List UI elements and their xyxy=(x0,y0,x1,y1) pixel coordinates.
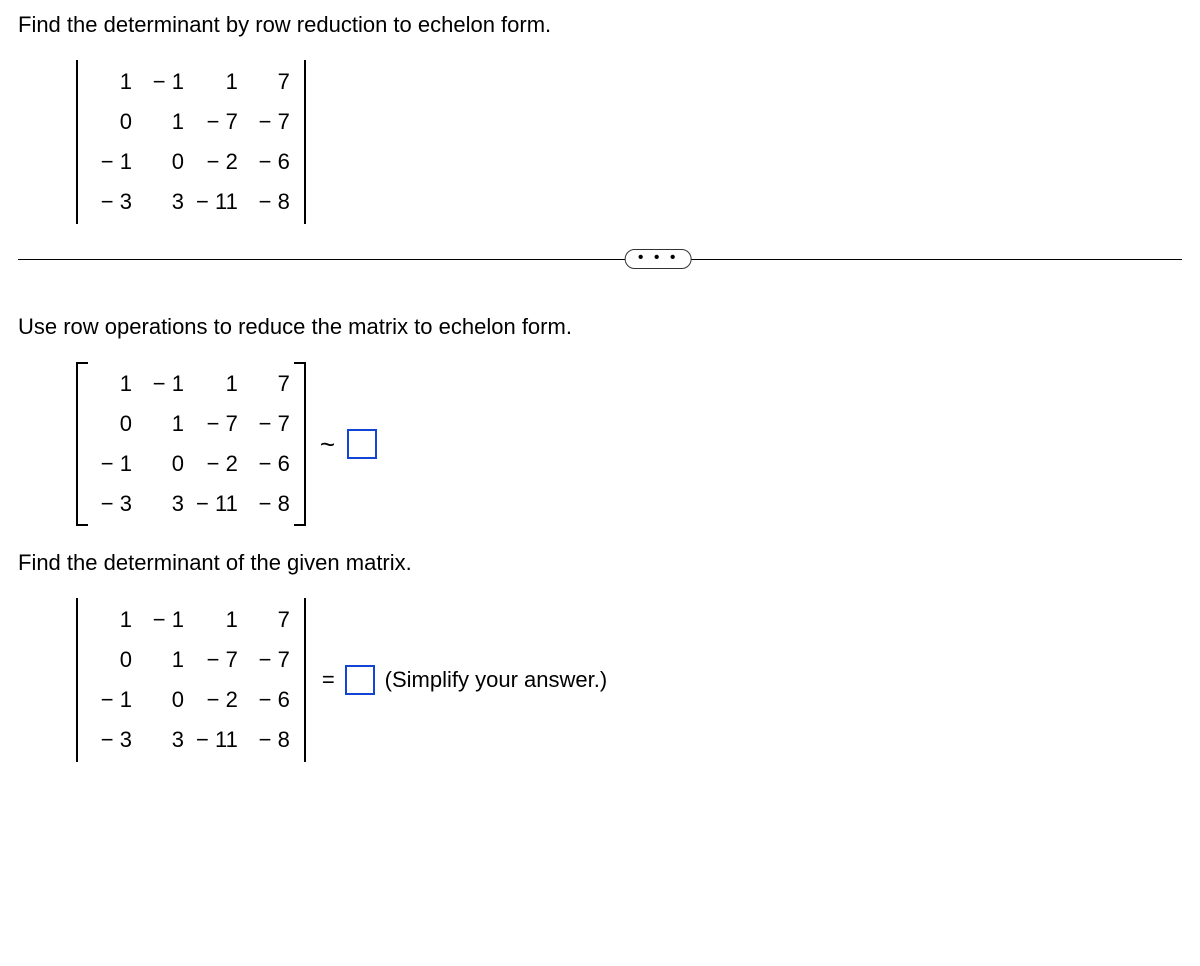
matrix-cell: − 6 xyxy=(244,142,296,182)
matrix-cell: − 1 xyxy=(86,680,138,720)
matrix-cell: − 2 xyxy=(190,680,244,720)
step1-instruction: Use row operations to reduce the matrix … xyxy=(18,314,1182,340)
matrix-cell: 7 xyxy=(244,62,296,102)
matrix-cell: 0 xyxy=(138,680,190,720)
simplify-hint: (Simplify your answer.) xyxy=(385,667,608,693)
tilde-symbol: ~ xyxy=(320,429,335,460)
matrix-cell: 1 xyxy=(86,600,138,640)
matrix-table: 1 − 1 1 7 0 1 − 7 − 7 − 1 0 − 2 − 6 − 3 … xyxy=(86,62,296,222)
table-row: − 3 3 − 11 − 8 xyxy=(86,182,296,222)
table-row: 1 − 1 1 7 xyxy=(86,600,296,640)
matrix-cell: − 3 xyxy=(86,720,138,760)
matrix-cell: − 1 xyxy=(138,600,190,640)
table-row: 1 − 1 1 7 xyxy=(86,62,296,102)
matrix-cell: 1 xyxy=(138,640,190,680)
determinant-answer-input[interactable] xyxy=(345,665,375,695)
matrix-cell: − 7 xyxy=(244,404,296,444)
matrix-cell: − 7 xyxy=(190,640,244,680)
table-row: 1 − 1 1 7 xyxy=(86,364,296,404)
step2-instruction: Find the determinant of the given matrix… xyxy=(18,550,1182,576)
table-row: 0 1 − 7 − 7 xyxy=(86,640,296,680)
matrix-cell: − 3 xyxy=(86,484,138,524)
matrix-cell: 1 xyxy=(190,600,244,640)
determinant-bars: 1 − 1 1 7 0 1 − 7 − 7 − 1 0 − 2 − 6 − 3 … xyxy=(76,60,306,224)
table-row: − 3 3 − 11 − 8 xyxy=(86,720,296,760)
table-row: − 1 0 − 2 − 6 xyxy=(86,680,296,720)
matrix-cell: − 1 xyxy=(138,364,190,404)
table-row: − 1 0 − 2 − 6 xyxy=(86,142,296,182)
matrix-cell: 1 xyxy=(86,62,138,102)
determinant-bars: 1 − 1 1 7 0 1 − 7 − 7 − 1 0 − 2 − 6 − 3 … xyxy=(76,598,306,762)
matrix-cell: 0 xyxy=(138,444,190,484)
matrix-cell: − 8 xyxy=(244,182,296,222)
matrix-cell: 7 xyxy=(244,600,296,640)
matrix-cell: − 7 xyxy=(190,102,244,142)
matrix-cell: − 11 xyxy=(190,484,244,524)
matrix-cell: − 8 xyxy=(244,484,296,524)
equals-sign: = xyxy=(322,667,335,693)
determinant-expression: 1 − 1 1 7 0 1 − 7 − 7 − 1 0 − 2 − 6 − 3 … xyxy=(76,598,1182,762)
matrix-table: 1 − 1 1 7 0 1 − 7 − 7 − 1 0 − 2 − 6 − 3 … xyxy=(86,600,296,760)
matrix-cell: 1 xyxy=(190,62,244,102)
matrix-cell: 0 xyxy=(86,404,138,444)
matrix-cell: 1 xyxy=(86,364,138,404)
matrix-cell: − 2 xyxy=(190,444,244,484)
matrix-cell: 7 xyxy=(244,364,296,404)
table-row: 0 1 − 7 − 7 xyxy=(86,102,296,142)
matrix-cell: 1 xyxy=(138,102,190,142)
matrix-cell: − 7 xyxy=(244,102,296,142)
matrix-cell: 3 xyxy=(138,182,190,222)
more-button[interactable]: • • • xyxy=(625,249,692,269)
matrix-cell: − 11 xyxy=(190,182,244,222)
matrix-cell: − 7 xyxy=(244,640,296,680)
matrix-cell: − 11 xyxy=(190,720,244,760)
matrix-cell: 0 xyxy=(86,102,138,142)
table-row: − 3 3 − 11 − 8 xyxy=(86,484,296,524)
matrix-cell: 3 xyxy=(138,484,190,524)
matrix-cell: − 3 xyxy=(86,182,138,222)
matrix-cell: − 8 xyxy=(244,720,296,760)
matrix-cell: − 7 xyxy=(190,404,244,444)
problem-prompt: Find the determinant by row reduction to… xyxy=(18,12,1182,38)
row-reduction-expression: 1 − 1 1 7 0 1 − 7 − 7 − 1 0 − 2 − 6 − 3 … xyxy=(76,362,1182,526)
matrix-cell: 0 xyxy=(86,640,138,680)
matrix-cell: − 6 xyxy=(244,680,296,720)
matrix-cell: 0 xyxy=(138,142,190,182)
matrix-brackets: 1 − 1 1 7 0 1 − 7 − 7 − 1 0 − 2 − 6 − 3 … xyxy=(76,362,306,526)
table-row: 0 1 − 7 − 7 xyxy=(86,404,296,444)
matrix-cell: 3 xyxy=(138,720,190,760)
matrix-cell: − 1 xyxy=(86,142,138,182)
matrix-cell: − 1 xyxy=(86,444,138,484)
matrix-cell: − 6 xyxy=(244,444,296,484)
echelon-answer-input[interactable] xyxy=(347,429,377,459)
divider-line xyxy=(18,259,1182,260)
matrix-cell: 1 xyxy=(138,404,190,444)
matrix-cell: 1 xyxy=(190,364,244,404)
matrix-table: 1 − 1 1 7 0 1 − 7 − 7 − 1 0 − 2 − 6 − 3 … xyxy=(86,364,296,524)
section-divider: • • • xyxy=(18,248,1182,270)
original-determinant: 1 − 1 1 7 0 1 − 7 − 7 − 1 0 − 2 − 6 − 3 … xyxy=(76,60,1182,224)
matrix-cell: − 2 xyxy=(190,142,244,182)
table-row: − 1 0 − 2 − 6 xyxy=(86,444,296,484)
matrix-cell: − 1 xyxy=(138,62,190,102)
